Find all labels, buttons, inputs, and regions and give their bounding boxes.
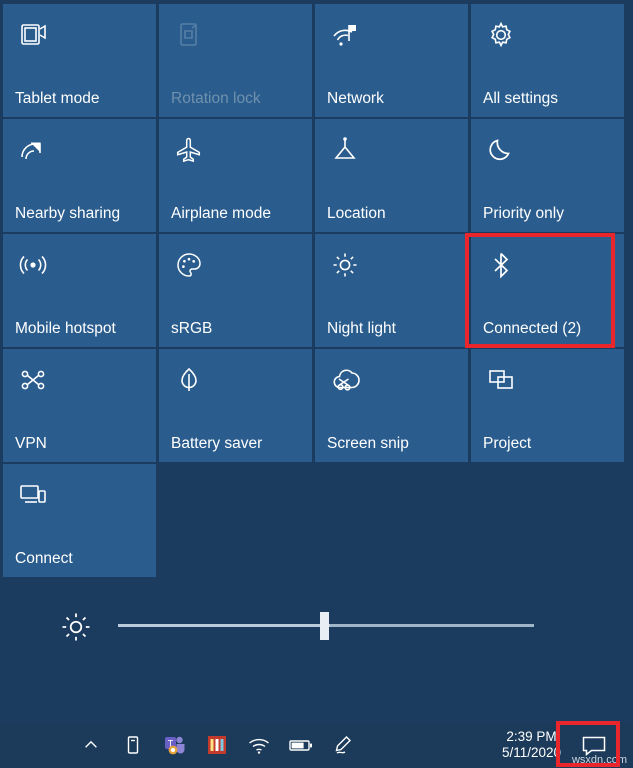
nearby-sharing-icon (16, 133, 50, 167)
clock-time: 2:39 PM (506, 729, 557, 744)
watermark: wsxdn.com (571, 754, 627, 766)
quick-action-label: Connect (15, 550, 73, 567)
quick-action-screen-snip[interactable]: Screen snip (315, 349, 468, 462)
brightness-slider-fill (118, 624, 330, 627)
quick-action-label: Priority only (483, 205, 564, 222)
system-tray: T (70, 722, 364, 768)
quick-action-label: Mobile hotspot (15, 320, 116, 337)
brightness-slider-thumb[interactable] (320, 612, 329, 640)
quick-action-project[interactable]: Project (471, 349, 624, 462)
usb-eject-icon[interactable] (112, 722, 154, 768)
quick-action-label: Project (483, 435, 532, 452)
quick-action-connect[interactable]: Connect (3, 464, 156, 577)
quick-action-label: VPN (15, 435, 47, 452)
battery-icon[interactable] (280, 722, 322, 768)
chevron-up-icon[interactable] (70, 722, 112, 768)
gear-icon (484, 18, 518, 52)
quick-action-bluetooth[interactable]: Connected (2) (471, 234, 624, 347)
rotation-lock-icon (172, 18, 206, 52)
quick-action-vpn[interactable]: VPN (3, 349, 156, 462)
quick-action-srgb[interactable]: sRGB (159, 234, 312, 347)
moon-icon (484, 133, 518, 167)
quick-action-label: Airplane mode (171, 205, 271, 222)
action-center-panel: Tablet mode Rotation lock Network All se… (0, 0, 633, 722)
quick-action-all-settings[interactable]: All settings (471, 4, 624, 117)
taskbar: T 2:39 PM 5/11/2020 wsxdn.com (0, 722, 633, 768)
quick-action-label: Nearby sharing (15, 205, 121, 222)
quick-action-mobile-hotspot[interactable]: Mobile hotspot (3, 234, 156, 347)
quick-action-label: Battery saver (171, 435, 263, 452)
project-icon (484, 363, 518, 397)
quick-action-priority-only[interactable]: Priority only (471, 119, 624, 232)
screen-snip-icon (328, 363, 362, 397)
quick-action-label: Location (327, 205, 386, 222)
quick-action-rotation-lock[interactable]: Rotation lock (159, 4, 312, 117)
quick-actions-grid: Tablet mode Rotation lock Network All se… (3, 4, 630, 579)
location-icon (328, 133, 362, 167)
quick-action-label: All settings (483, 90, 558, 107)
wifi-icon[interactable] (238, 722, 280, 768)
quick-action-tablet-mode[interactable]: Tablet mode (3, 4, 156, 117)
hotspot-icon (16, 248, 50, 282)
connect-icon (16, 478, 50, 512)
app-colored-icon[interactable] (196, 722, 238, 768)
leaf-icon (172, 363, 206, 397)
quick-action-label: Night light (327, 320, 396, 337)
quick-action-airplane-mode[interactable]: Airplane mode (159, 119, 312, 232)
sun-icon (328, 248, 362, 282)
microsoft-teams-icon[interactable]: T (154, 722, 196, 768)
quick-action-label: Network (327, 90, 384, 107)
quick-action-location[interactable]: Location (315, 119, 468, 232)
brightness-slider-row (0, 595, 633, 685)
quick-action-nearby-sharing[interactable]: Nearby sharing (3, 119, 156, 232)
quick-action-battery-saver[interactable]: Battery saver (159, 349, 312, 462)
vpn-icon (16, 363, 50, 397)
quick-action-night-light[interactable]: Night light (315, 234, 468, 347)
brightness-sun-icon (58, 609, 94, 645)
bluetooth-icon (484, 248, 518, 282)
quick-action-label: Rotation lock (171, 90, 261, 107)
network-icon (328, 18, 362, 52)
quick-action-label: sRGB (171, 320, 213, 337)
quick-action-label: Connected (2) (483, 320, 582, 337)
quick-action-label: Screen snip (327, 435, 409, 452)
clock-date: 5/11/2020 (501, 745, 561, 760)
color-palette-icon (172, 248, 206, 282)
taskbar-clock[interactable]: 2:39 PM 5/11/2020 (502, 722, 561, 768)
tablet-mode-icon (16, 18, 50, 52)
quick-action-network[interactable]: Network (315, 4, 468, 117)
pen-workspace-icon[interactable] (322, 722, 364, 768)
quick-action-label: Tablet mode (15, 90, 100, 107)
airplane-icon (172, 133, 206, 167)
